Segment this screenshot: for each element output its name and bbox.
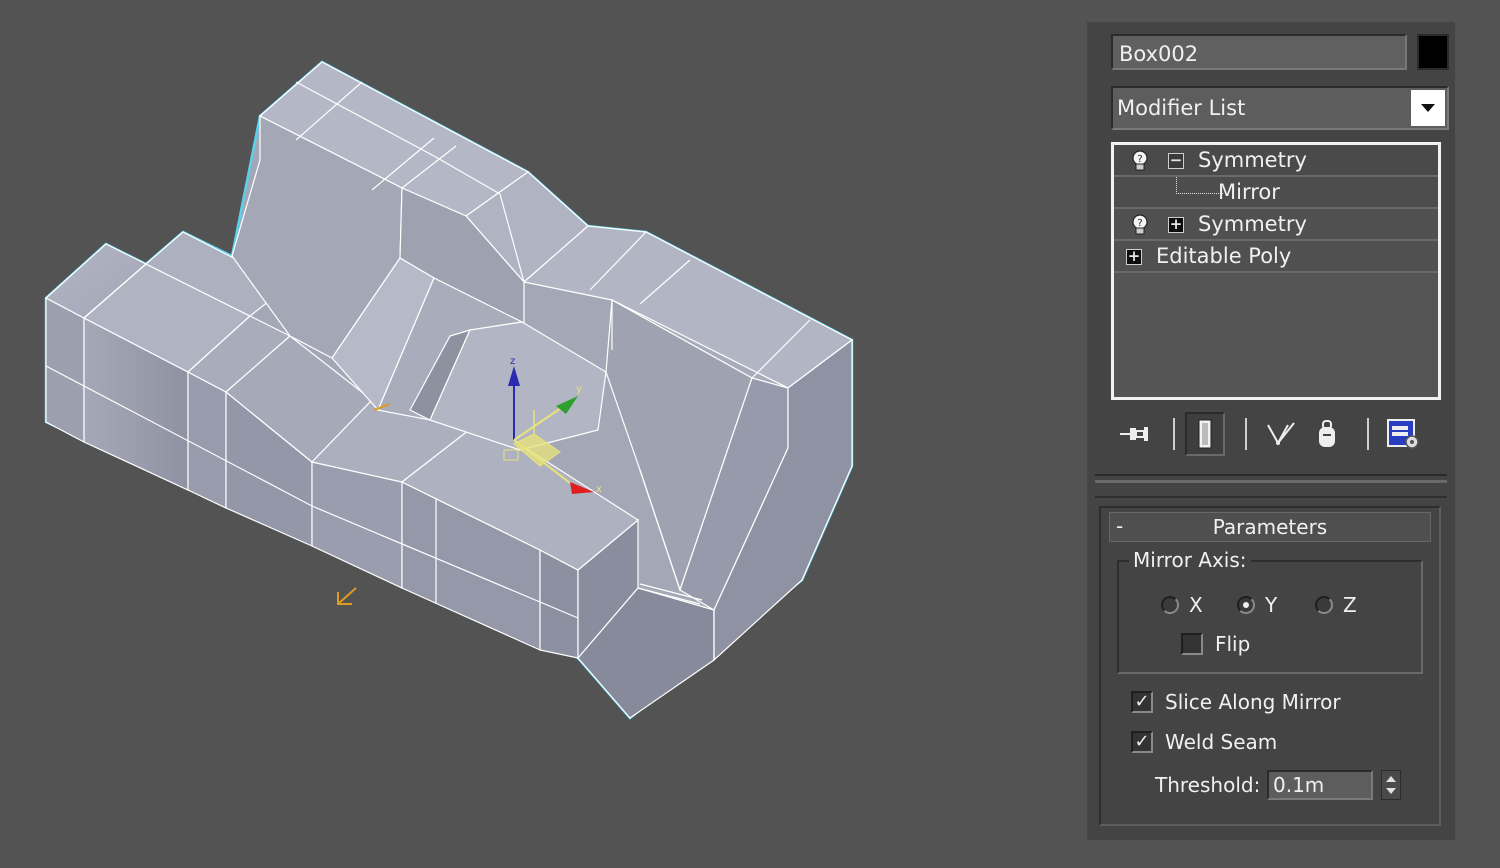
modifier-list-dropdown[interactable]: Modifier List (1111, 86, 1449, 130)
flip-checkbox[interactable]: Flip (1181, 632, 1250, 656)
axis-y-radio[interactable]: Y (1237, 592, 1277, 618)
parameters-rollout: - Parameters Mirror Axis: X Y Z Flip ✓ S… (1099, 506, 1441, 826)
axis-x-radio[interactable]: X (1161, 592, 1203, 618)
expand-icon[interactable]: + (1168, 217, 1184, 233)
flip-label: Flip (1215, 632, 1251, 656)
show-end-result-button[interactable] (1185, 412, 1225, 456)
stack-item-label: Symmetry (1198, 148, 1307, 172)
modifier-stack[interactable]: ? − Symmetry Mirror ? + Symmetry + Edita… (1111, 142, 1441, 400)
checkbox-checked[interactable]: ✓ (1131, 691, 1153, 713)
expand-icon[interactable]: + (1126, 249, 1142, 265)
modify-panel: Box002 Modifier List ? − Symmetry Mirror… (1087, 22, 1455, 840)
toolbar-separator (1245, 418, 1247, 450)
rollout-title: Parameters (1212, 515, 1328, 539)
spinner-up-icon[interactable] (1386, 776, 1396, 782)
toolbar-separator (1173, 418, 1175, 450)
radio-button[interactable] (1237, 596, 1255, 614)
spinner-down-icon[interactable] (1386, 788, 1396, 794)
object-color-swatch[interactable] (1417, 34, 1449, 70)
modifier-list-label: Modifier List (1117, 96, 1246, 120)
mirror-axis-group: Mirror Axis: X Y Z Flip (1117, 548, 1423, 674)
pin-stack-button[interactable] (1115, 412, 1155, 456)
divider (1095, 480, 1447, 483)
svg-text:?: ? (1137, 218, 1142, 229)
axis-x-label: X (1189, 593, 1203, 617)
svg-text:?: ? (1137, 154, 1142, 165)
gizmo-z-label: z (510, 356, 516, 367)
axis-z-radio[interactable]: Z (1315, 592, 1357, 618)
axis-y-label: Y (1265, 593, 1278, 617)
stack-item-symmetry-1[interactable]: ? − Symmetry (1114, 145, 1438, 177)
threshold-input[interactable]: 0.1m (1267, 770, 1373, 800)
object-name-field[interactable]: Box002 (1111, 34, 1407, 70)
make-unique-button[interactable] (1263, 412, 1303, 456)
radio-button[interactable] (1161, 596, 1179, 614)
gizmo-y-label: y (576, 384, 582, 395)
slice-label: Slice Along Mirror (1165, 690, 1341, 714)
rollout-collapse-icon: - (1116, 514, 1124, 538)
divider (1095, 474, 1447, 476)
dropdown-arrow-button[interactable] (1411, 90, 1445, 126)
mirror-axis-label: Mirror Axis: (1129, 548, 1251, 572)
axis-z-label: Z (1343, 593, 1357, 617)
configure-modifier-sets-button[interactable] (1383, 412, 1423, 456)
slice-along-mirror-checkbox[interactable]: ✓ Slice Along Mirror (1131, 690, 1341, 714)
collapse-icon[interactable]: − (1168, 153, 1184, 169)
stack-item-symmetry-2[interactable]: ? + Symmetry (1114, 209, 1438, 241)
stack-item-mirror[interactable]: Mirror (1114, 177, 1438, 209)
stack-item-label: Editable Poly (1156, 244, 1292, 268)
stack-toolbar (1111, 408, 1449, 460)
lightbulb-icon[interactable]: ? (1130, 149, 1150, 173)
viewport-perspective[interactable]: z y x (0, 0, 1080, 868)
remove-modifier-icon (1319, 420, 1335, 447)
configure-modifier-sets-icon (1387, 419, 1419, 449)
remove-modifier-button[interactable] (1307, 412, 1347, 456)
parameters-rollout-header[interactable]: - Parameters (1109, 512, 1431, 542)
radio-button[interactable] (1315, 596, 1333, 614)
toolbar-separator (1367, 418, 1369, 450)
threshold-spinner[interactable] (1381, 770, 1401, 800)
gizmo-x-label: x (596, 484, 602, 495)
threshold-label: Threshold: (1155, 773, 1261, 797)
weld-label: Weld Seam (1165, 730, 1278, 754)
checkbox[interactable] (1181, 633, 1203, 655)
tree-connector (1176, 177, 1223, 194)
stack-item-label: Symmetry (1198, 212, 1307, 236)
mesh-face-front-left (45, 297, 85, 443)
pin-stack-icon (1120, 427, 1148, 441)
lightbulb-icon[interactable]: ? (1130, 213, 1150, 237)
make-unique-icon (1267, 422, 1295, 446)
mesh-face-front-step (187, 371, 227, 509)
chevron-down-icon (1421, 104, 1435, 112)
stack-item-label: Mirror (1218, 180, 1280, 204)
divider (1095, 496, 1447, 498)
show-end-result-icon (1198, 419, 1212, 449)
stack-item-editable-poly[interactable]: + Editable Poly (1114, 241, 1438, 273)
checkbox-checked[interactable]: ✓ (1131, 731, 1153, 753)
weld-seam-checkbox[interactable]: ✓ Weld Seam (1131, 730, 1277, 754)
mesh-render[interactable] (0, 0, 1080, 868)
